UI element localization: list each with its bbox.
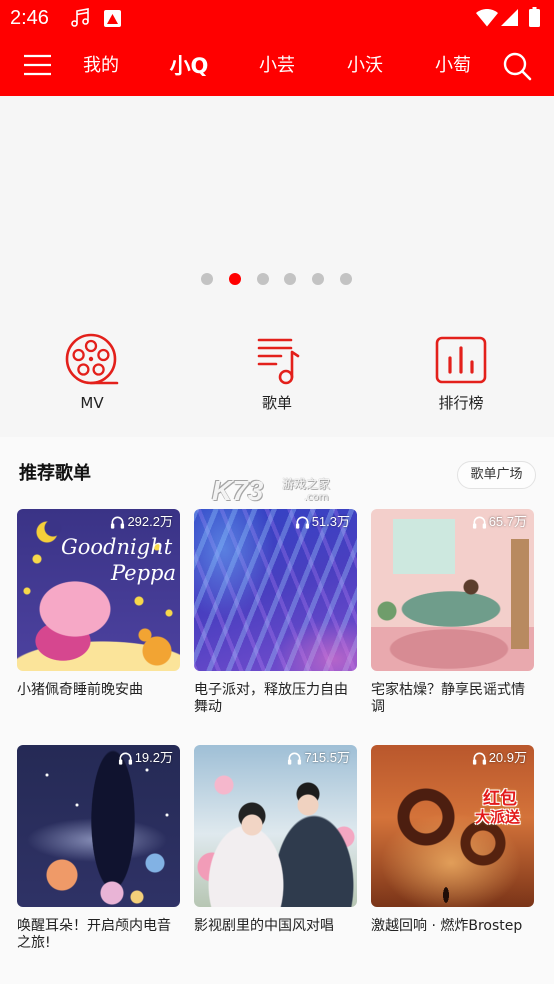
music-note-icon <box>71 8 89 27</box>
image-icon <box>104 10 121 27</box>
headphones-icon <box>472 752 486 765</box>
status-bar: 2:46 <box>0 0 554 36</box>
banner-carousel[interactable]: MV 歌单 排行榜 <box>0 96 554 437</box>
playlist-cover: 红包 大派送 20.9万 <box>371 745 534 907</box>
play-count: 19.2万 <box>118 750 173 766</box>
shortcut-label: MV <box>80 394 104 412</box>
cover-art-text: Goodnight <box>61 535 173 559</box>
headphones-icon <box>472 516 486 529</box>
leaderboard-icon <box>435 336 487 384</box>
tab-wode[interactable]: 我的 <box>71 36 131 96</box>
playlist-card[interactable]: 19.2万 唤醒耳朵！开启颅内电音之旅! <box>17 745 180 952</box>
play-count: 65.7万 <box>472 514 527 530</box>
cover-art-text: 大派送 <box>475 808 521 826</box>
watermark-logo: K73 游戏之家 .com <box>212 474 342 510</box>
playlist-cover: 51.3万 <box>194 509 357 671</box>
carousel-dot[interactable] <box>284 273 296 285</box>
playlist-cover: 19.2万 <box>17 745 180 907</box>
play-count: 20.9万 <box>472 750 527 766</box>
shortcut-mv[interactable]: MV <box>32 330 152 420</box>
playlist-card[interactable]: Goodnight Peppa 292.2万 小猪佩奇睡前晚安曲 <box>17 509 180 699</box>
battery-icon <box>529 7 540 27</box>
playlist-square-button[interactable]: 歌单广场 <box>457 461 536 489</box>
top-nav: 我的 小Q 小芸 小沃 小萄 <box>0 36 554 96</box>
tab-xiaoq[interactable]: 小Q <box>159 36 219 96</box>
signal-icon <box>501 9 518 26</box>
cover-art-text: Peppa <box>111 561 177 585</box>
hamburger-menu-icon[interactable] <box>24 54 51 76</box>
wifi-icon <box>476 9 498 27</box>
tab-xiaoyun[interactable]: 小芸 <box>247 36 307 96</box>
playlist-card[interactable]: 红包 大派送 20.9万 激越回响 · 燃炸Brostep <box>371 745 534 935</box>
play-count-value: 51.3万 <box>311 514 350 529</box>
playlist-title: 唤醒耳朵！开启颅内电音之旅! <box>17 918 171 951</box>
headphones-icon <box>111 516 125 529</box>
play-count: 51.3万 <box>295 514 350 530</box>
app-header: 2:46 我的 小Q 小芸 小沃 小萄 <box>0 0 554 96</box>
play-count-value: 65.7万 <box>488 514 527 529</box>
carousel-dot[interactable] <box>229 273 241 285</box>
play-count: 715.5万 <box>287 750 350 766</box>
shortcut-label: 歌单 <box>261 394 292 412</box>
tab-xiaowo[interactable]: 小沃 <box>335 36 395 96</box>
headphones-icon <box>118 752 132 765</box>
carousel-dot[interactable] <box>201 273 213 285</box>
shortcut-label: 排行榜 <box>438 394 484 412</box>
watermark-domain: .com <box>304 492 329 503</box>
playlist-title: 小猪佩奇睡前晚安曲 <box>17 682 143 698</box>
play-count-value: 715.5万 <box>304 750 350 765</box>
tab-xiaotao[interactable]: 小萄 <box>423 36 483 96</box>
play-count-value: 19.2万 <box>134 750 173 765</box>
playlist-cover: 65.7万 <box>371 509 534 671</box>
playlist-card[interactable]: 715.5万 影视剧里的中国风对唱 <box>194 745 357 935</box>
carousel-dot[interactable] <box>257 273 269 285</box>
playlist-title: 电子派对，释放压力自由舞动 <box>194 682 348 715</box>
playlist-cover: Goodnight Peppa 292.2万 <box>17 509 180 671</box>
play-count-value: 292.2万 <box>127 514 173 529</box>
play-count-value: 20.9万 <box>488 750 527 765</box>
playlist-title: 宅家枯燥？静享民谣式情调 <box>371 682 525 715</box>
headphones-icon <box>295 516 309 529</box>
watermark-sub: 游戏之家 <box>282 477 331 491</box>
playlist-cover: 715.5万 <box>194 745 357 907</box>
cover-art-text: 红包 <box>483 789 517 809</box>
playlist-icon <box>257 338 300 385</box>
playlist-card[interactable]: 51.3万 电子派对，释放压力自由舞动 <box>194 509 357 716</box>
search-icon[interactable] <box>502 51 532 81</box>
shortcut-playlist[interactable]: 歌单 <box>217 330 337 420</box>
watermark-brand: K73 <box>212 475 264 506</box>
playlist-title: 激越回响 · 燃炸Brostep <box>371 918 523 934</box>
status-time: 2:46 <box>10 7 49 29</box>
carousel-dot[interactable] <box>340 273 352 285</box>
shortcut-leaderboard[interactable]: 排行榜 <box>401 330 521 420</box>
carousel-dot[interactable] <box>312 273 324 285</box>
playlist-card[interactable]: 65.7万 宅家枯燥？静享民谣式情调 <box>371 509 534 716</box>
headphones-icon <box>288 752 302 765</box>
section-title: 推荐歌单 <box>19 463 91 484</box>
playlist-title: 影视剧里的中国风对唱 <box>194 918 334 934</box>
play-count: 292.2万 <box>110 514 173 530</box>
film-reel-icon <box>65 333 119 385</box>
